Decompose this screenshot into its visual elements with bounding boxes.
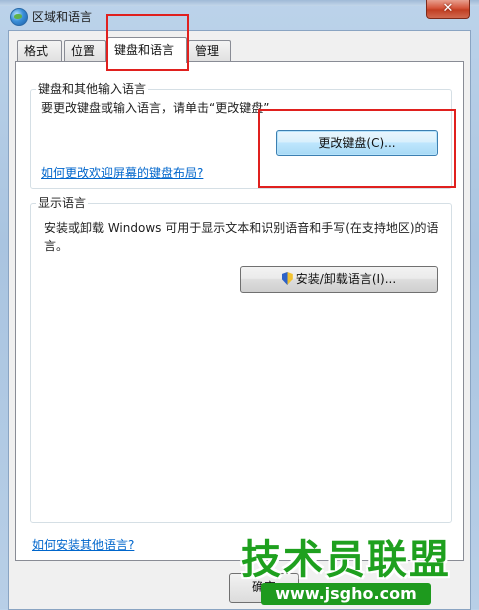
highlight-box-tab — [106, 14, 189, 71]
tab-administrative[interactable]: 管理 — [188, 40, 231, 61]
tab-location[interactable]: 位置 — [64, 40, 106, 61]
close-button[interactable]: ✕ — [426, 0, 470, 19]
install-uninstall-languages-button[interactable]: 安装/卸载语言(I)... — [240, 266, 438, 293]
display-language-groupbox — [30, 203, 452, 523]
highlight-box-button — [258, 109, 456, 188]
welcome-screen-keyboard-link[interactable]: 如何更改欢迎屏幕的键盘布局? — [41, 164, 203, 181]
watermark-main-text: 技术员联盟 — [241, 537, 451, 583]
display-language-description-line2: 言。 — [44, 239, 69, 253]
globe-icon — [10, 8, 28, 26]
watermark: 技术员联盟 www.jsgho.com — [241, 537, 451, 605]
keyboard-description: 要更改键盘或输入语言，请单击“更改键盘” — [41, 101, 270, 115]
uac-shield-icon — [281, 272, 293, 285]
keyboard-group-title: 键盘和其他输入语言 — [36, 80, 149, 97]
display-language-description-line1: 安装或卸载 Windows 可用于显示文本和识别语音和手写(在支持地区)的语 — [44, 221, 439, 235]
window-title: 区域和语言 — [32, 10, 93, 24]
watermark-url: www.jsgho.com — [261, 583, 431, 605]
install-other-languages-link[interactable]: 如何安装其他语言? — [32, 536, 134, 553]
display-language-title: 显示语言 — [36, 194, 89, 211]
tab-format[interactable]: 格式 — [17, 40, 62, 61]
install-button-label: 安装/卸载语言(I)... — [295, 272, 397, 286]
window-top-edge — [0, 0, 479, 6]
